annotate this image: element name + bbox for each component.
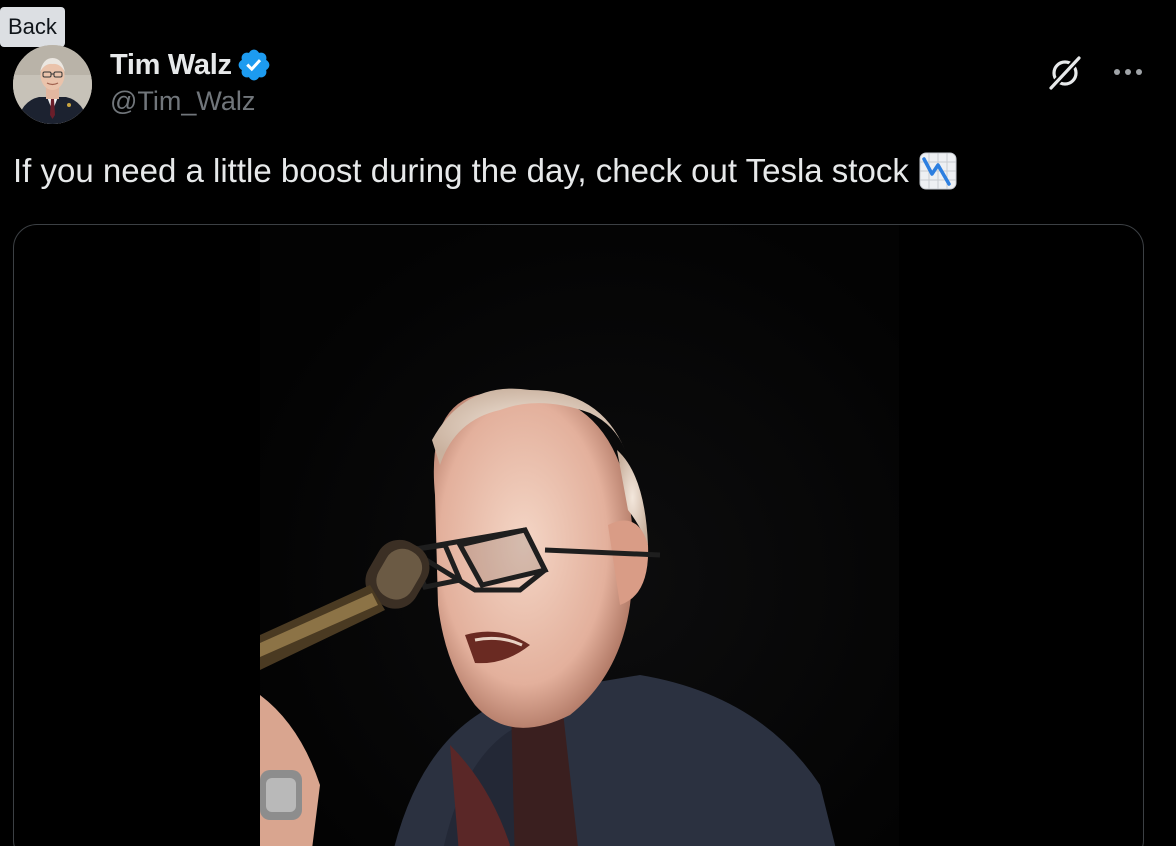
back-tooltip: Back xyxy=(0,7,65,47)
author-handle[interactable]: @Tim_Walz xyxy=(110,86,255,117)
author-name[interactable]: Tim Walz xyxy=(110,49,232,82)
more-horizontal-icon xyxy=(1114,69,1142,75)
verified-badge-icon[interactable] xyxy=(236,47,272,83)
grok-button[interactable] xyxy=(1042,50,1088,96)
video-frame-image xyxy=(260,225,899,846)
tweet-text: If you need a little boost during the da… xyxy=(13,152,957,190)
author-name-row[interactable]: Tim Walz xyxy=(110,46,272,84)
chart-decreasing-emoji-icon xyxy=(919,152,957,190)
tweet-text-content: If you need a little boost during the da… xyxy=(13,152,909,189)
grok-icon xyxy=(1047,54,1083,92)
tweet-detail-page: Back Tim Walz @Tim_Walz If you need a li… xyxy=(0,0,1176,846)
video-player[interactable] xyxy=(260,225,899,846)
more-options-button[interactable] xyxy=(1106,50,1150,94)
author-avatar[interactable] xyxy=(13,45,92,124)
tweet-media-card[interactable] xyxy=(13,224,1144,846)
avatar-portrait-image xyxy=(13,45,92,124)
